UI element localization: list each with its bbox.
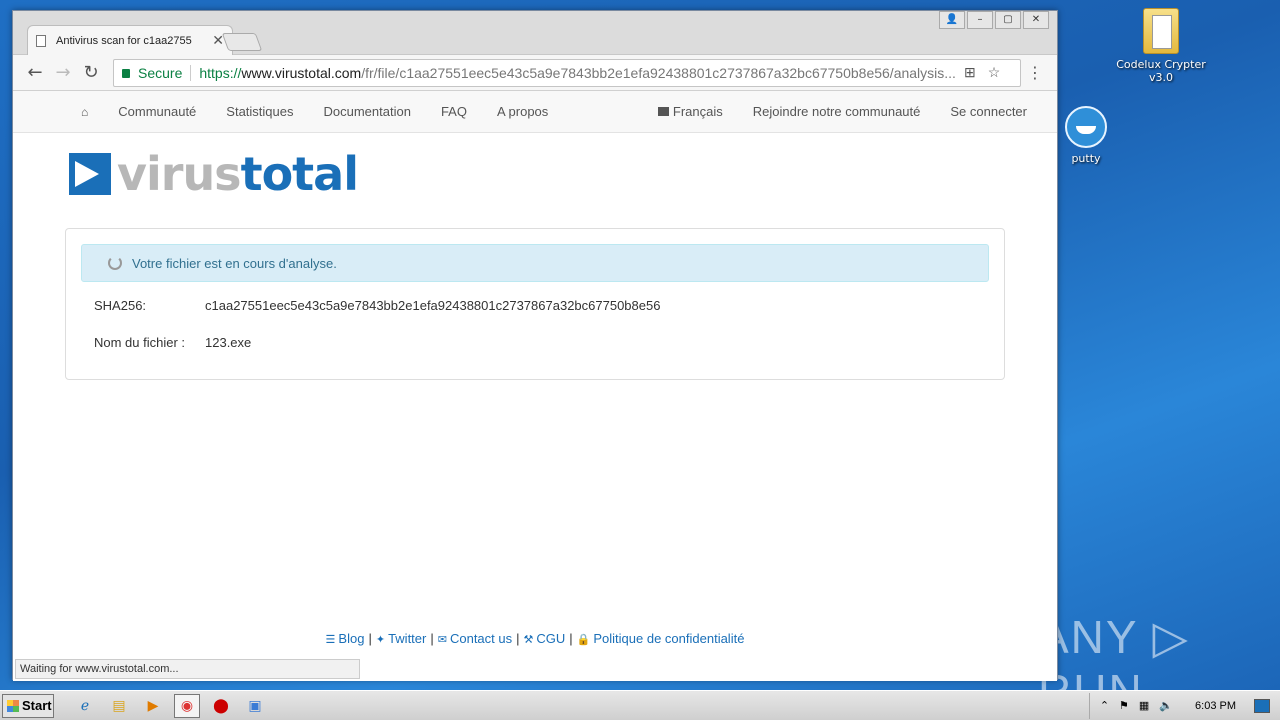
login-link[interactable]: Se connecter	[950, 104, 1027, 119]
system-tray: ⌃ ⚑ ▦ 🔈 6:03 PM	[1088, 692, 1280, 719]
explorer-folder-icon[interactable]: ▤	[106, 694, 132, 718]
browser-toolbar: ← → ↻ Secure https:// www.virustotal.com…	[13, 55, 1057, 91]
logo-text-virus: virus	[117, 147, 242, 201]
footer-blog-label: Blog	[338, 631, 365, 646]
start-label: Start	[22, 698, 52, 713]
minimize-button[interactable]: –	[967, 11, 993, 29]
filename-value: 123.exe	[205, 335, 252, 350]
footer-separator: |	[569, 631, 573, 646]
nav-faq[interactable]: FAQ	[441, 104, 467, 119]
lock-icon	[122, 69, 130, 78]
omnibox-divider	[190, 64, 192, 81]
translate-icon[interactable]: ⊞	[964, 64, 976, 81]
analysis-panel: Votre fichier est en cours d'analyse. SH…	[65, 228, 1005, 380]
taskbar: Start ℯ ▤ ▶ ◉ ⬤ ▣ ⌃ ⚑ ▦ 🔈 6:03 PM	[0, 690, 1280, 720]
folder-icon	[1143, 8, 1179, 54]
gavel-icon: ⚒	[523, 634, 534, 646]
forward-button[interactable]: →	[49, 62, 77, 83]
volume-icon[interactable]: 🔈	[1159, 699, 1173, 712]
title-bar: Antivirus scan for c1aa2755 ✕ 👤 – ▢ ✕	[13, 11, 1057, 55]
page-icon	[36, 34, 46, 47]
media-player-icon[interactable]: ▶	[140, 694, 166, 718]
footer-separator: |	[516, 631, 520, 646]
logo-mark-icon	[69, 153, 111, 195]
clock[interactable]: 6:03 PM	[1195, 700, 1236, 712]
analysis-alert: Votre fichier est en cours d'analyse.	[81, 244, 989, 282]
sha256-row: SHA256: c1aa27551eec5e43c5a9e7843bb2e1ef…	[94, 298, 1004, 313]
browser-menu-icon[interactable]: ⋮	[1021, 63, 1049, 82]
footer-cgu-link[interactable]: ⚒ CGU	[524, 631, 566, 646]
loading-spinner-icon	[108, 256, 122, 270]
footer-contact-label: Contact us	[449, 631, 513, 646]
footer-twitter-link[interactable]: ✦ Twitter	[376, 631, 427, 646]
nav-communaute[interactable]: Communauté	[118, 104, 196, 119]
chrome-icon[interactable]: ◉	[174, 693, 200, 718]
status-bubble: Waiting for www.virustotal.com...	[15, 659, 360, 679]
flag-icon	[657, 107, 669, 116]
footer-separator: |	[368, 631, 372, 646]
url-scheme: https://	[199, 64, 242, 81]
app-icon[interactable]: ▣	[242, 694, 268, 718]
start-button[interactable]: Start	[2, 693, 54, 718]
tab-active[interactable]: Antivirus scan for c1aa2755 ✕	[27, 25, 233, 55]
action-center-flag-icon[interactable]: ⚑	[1119, 699, 1129, 712]
lock-small-icon: 🔒	[576, 634, 591, 646]
nav-a-propos[interactable]: A propos	[497, 104, 548, 119]
desktop-icon-label: Codelux Crypter v3.0	[1116, 58, 1206, 84]
browser-window: Antivirus scan for c1aa2755 ✕ 👤 – ▢ ✕ ← …	[12, 10, 1058, 681]
profile-icon[interactable]: 👤	[939, 11, 965, 29]
nav-statistiques[interactable]: Statistiques	[226, 104, 293, 119]
language-selector[interactable]: Français	[657, 104, 723, 119]
address-bar[interactable]: Secure https:// www.virustotal.com /fr/f…	[113, 58, 1021, 87]
window-controls: 👤 – ▢ ✕	[939, 11, 1049, 29]
reload-button[interactable]: ↻	[77, 62, 105, 83]
footer-privacy-link[interactable]: 🔒 Politique de confidentialité	[577, 631, 745, 646]
maximize-button[interactable]: ▢	[995, 11, 1021, 29]
desktop-icon-codelux[interactable]: Codelux Crypter v3.0	[1116, 8, 1206, 84]
site-footer: ☰ Blog | ✦ Twitter | ✉ Contact us | ⚒ CGU | 🔒 Politiq…	[13, 631, 1057, 646]
nav-documentation[interactable]: Documentation	[324, 104, 411, 119]
sha256-label: SHA256:	[94, 298, 147, 313]
network-icon[interactable]: ▦	[1139, 699, 1149, 712]
url-path: /fr/file/c1aa27551eec5e43c5a9e7843bb2e1e…	[361, 64, 956, 81]
footer-contact-link[interactable]: ✉ Contact us	[438, 631, 512, 646]
footer-separator: |	[430, 631, 434, 646]
secure-label: Secure	[138, 64, 183, 81]
envelope-icon: ✉	[437, 634, 447, 646]
tab-title: Antivirus scan for c1aa2755	[56, 34, 192, 47]
footer-blog-link[interactable]: ☰ Blog	[326, 631, 365, 646]
ie-icon[interactable]: ℯ	[72, 694, 98, 718]
show-desktop-button[interactable]	[1254, 698, 1270, 713]
footer-cgu-label: CGU	[536, 631, 566, 646]
alert-text: Votre fichier est en cours d'analyse.	[132, 255, 337, 271]
windows-logo-icon	[7, 699, 19, 712]
new-tab-button[interactable]	[221, 33, 263, 51]
sha256-value: c1aa27551eec5e43c5a9e7843bb2e1efa9243880…	[205, 298, 661, 313]
logo-text-total: total	[240, 147, 359, 201]
home-icon[interactable]: ⌂	[81, 105, 88, 119]
url-host: www.virustotal.com	[241, 64, 362, 81]
putty-icon	[1065, 106, 1107, 148]
virustotal-logo[interactable]: virustotal	[69, 151, 359, 197]
filename-row: Nom du fichier : 123.exe	[94, 335, 1004, 350]
web-page: ⌂ Communauté Statistiques Documentation …	[13, 91, 1057, 681]
close-window-button[interactable]: ✕	[1023, 11, 1049, 29]
opera-icon[interactable]: ⬤	[208, 694, 234, 718]
rss-icon: ☰	[325, 634, 336, 646]
bookmark-star-icon[interactable]: ☆	[988, 64, 1001, 81]
language-label: Français	[672, 104, 723, 119]
twitter-icon: ✦	[375, 634, 386, 646]
join-community-link[interactable]: Rejoindre notre communauté	[753, 104, 921, 119]
site-navbar: ⌂ Communauté Statistiques Documentation …	[13, 91, 1057, 133]
back-button[interactable]: ←	[21, 62, 49, 83]
footer-twitter-label: Twitter	[388, 631, 427, 646]
footer-privacy-label: Politique de confidentialité	[593, 631, 745, 646]
filename-label: Nom du fichier :	[94, 335, 186, 350]
tray-expand-icon[interactable]: ⌃	[1100, 699, 1109, 712]
